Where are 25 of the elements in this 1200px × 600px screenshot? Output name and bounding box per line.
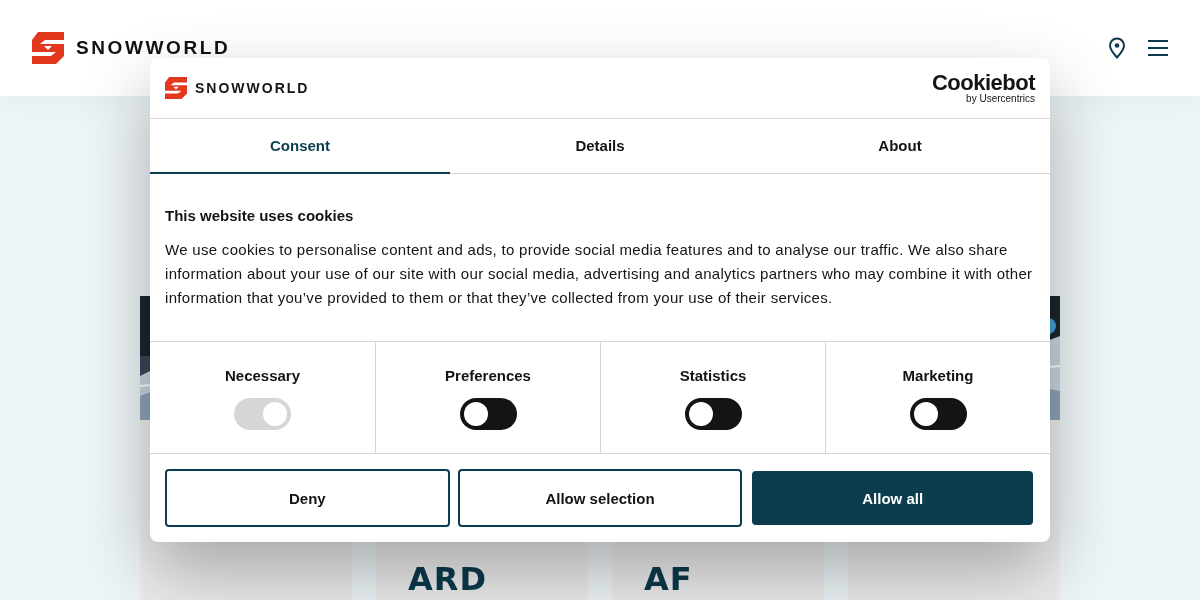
logo-text: SNOWWORLD (195, 80, 310, 96)
tab[interactable]: About (750, 119, 1050, 174)
toggle-switch[interactable] (684, 398, 742, 430)
logo-icon (165, 77, 187, 99)
consent-button[interactable]: Deny (165, 469, 450, 527)
toggle-switch[interactable] (459, 398, 517, 430)
dialog-text: We use cookies to personalise content and ads, to provide social media features and to analyse our traffic. We also share information about your use of our site with our social media, advertising and analytics partners who may combine it with other information that you’ve provided to them or that they’ve collected from your use of their services. (165, 240, 1034, 308)
toggle-label: Necessary (224, 367, 301, 384)
consent-button[interactable]: Allow selection (457, 469, 743, 527)
toggle-label: Marketing (902, 367, 974, 384)
logo-text[interactable]: SNOWWORLD (76, 37, 231, 59)
toggle-label: Preferences (445, 367, 531, 384)
logo-icon (32, 32, 64, 64)
tab[interactable]: Details (450, 119, 750, 174)
tab[interactable]: Consent (150, 119, 450, 174)
dialog-title: This website uses cookies (165, 207, 355, 224)
toggle-label: Statistics (679, 367, 747, 384)
provider-logo-text: Cookiebot (931, 72, 1035, 94)
location-pin-icon[interactable] (1108, 37, 1126, 59)
card-title: AF (643, 560, 694, 598)
card-title: ARD (407, 560, 488, 598)
allow-all-button[interactable]: Allow all (752, 471, 1033, 525)
toggle-switch[interactable] (909, 398, 967, 430)
provider-subtitle: by Usercentrics (966, 94, 1035, 104)
menu-icon[interactable] (1148, 40, 1168, 56)
